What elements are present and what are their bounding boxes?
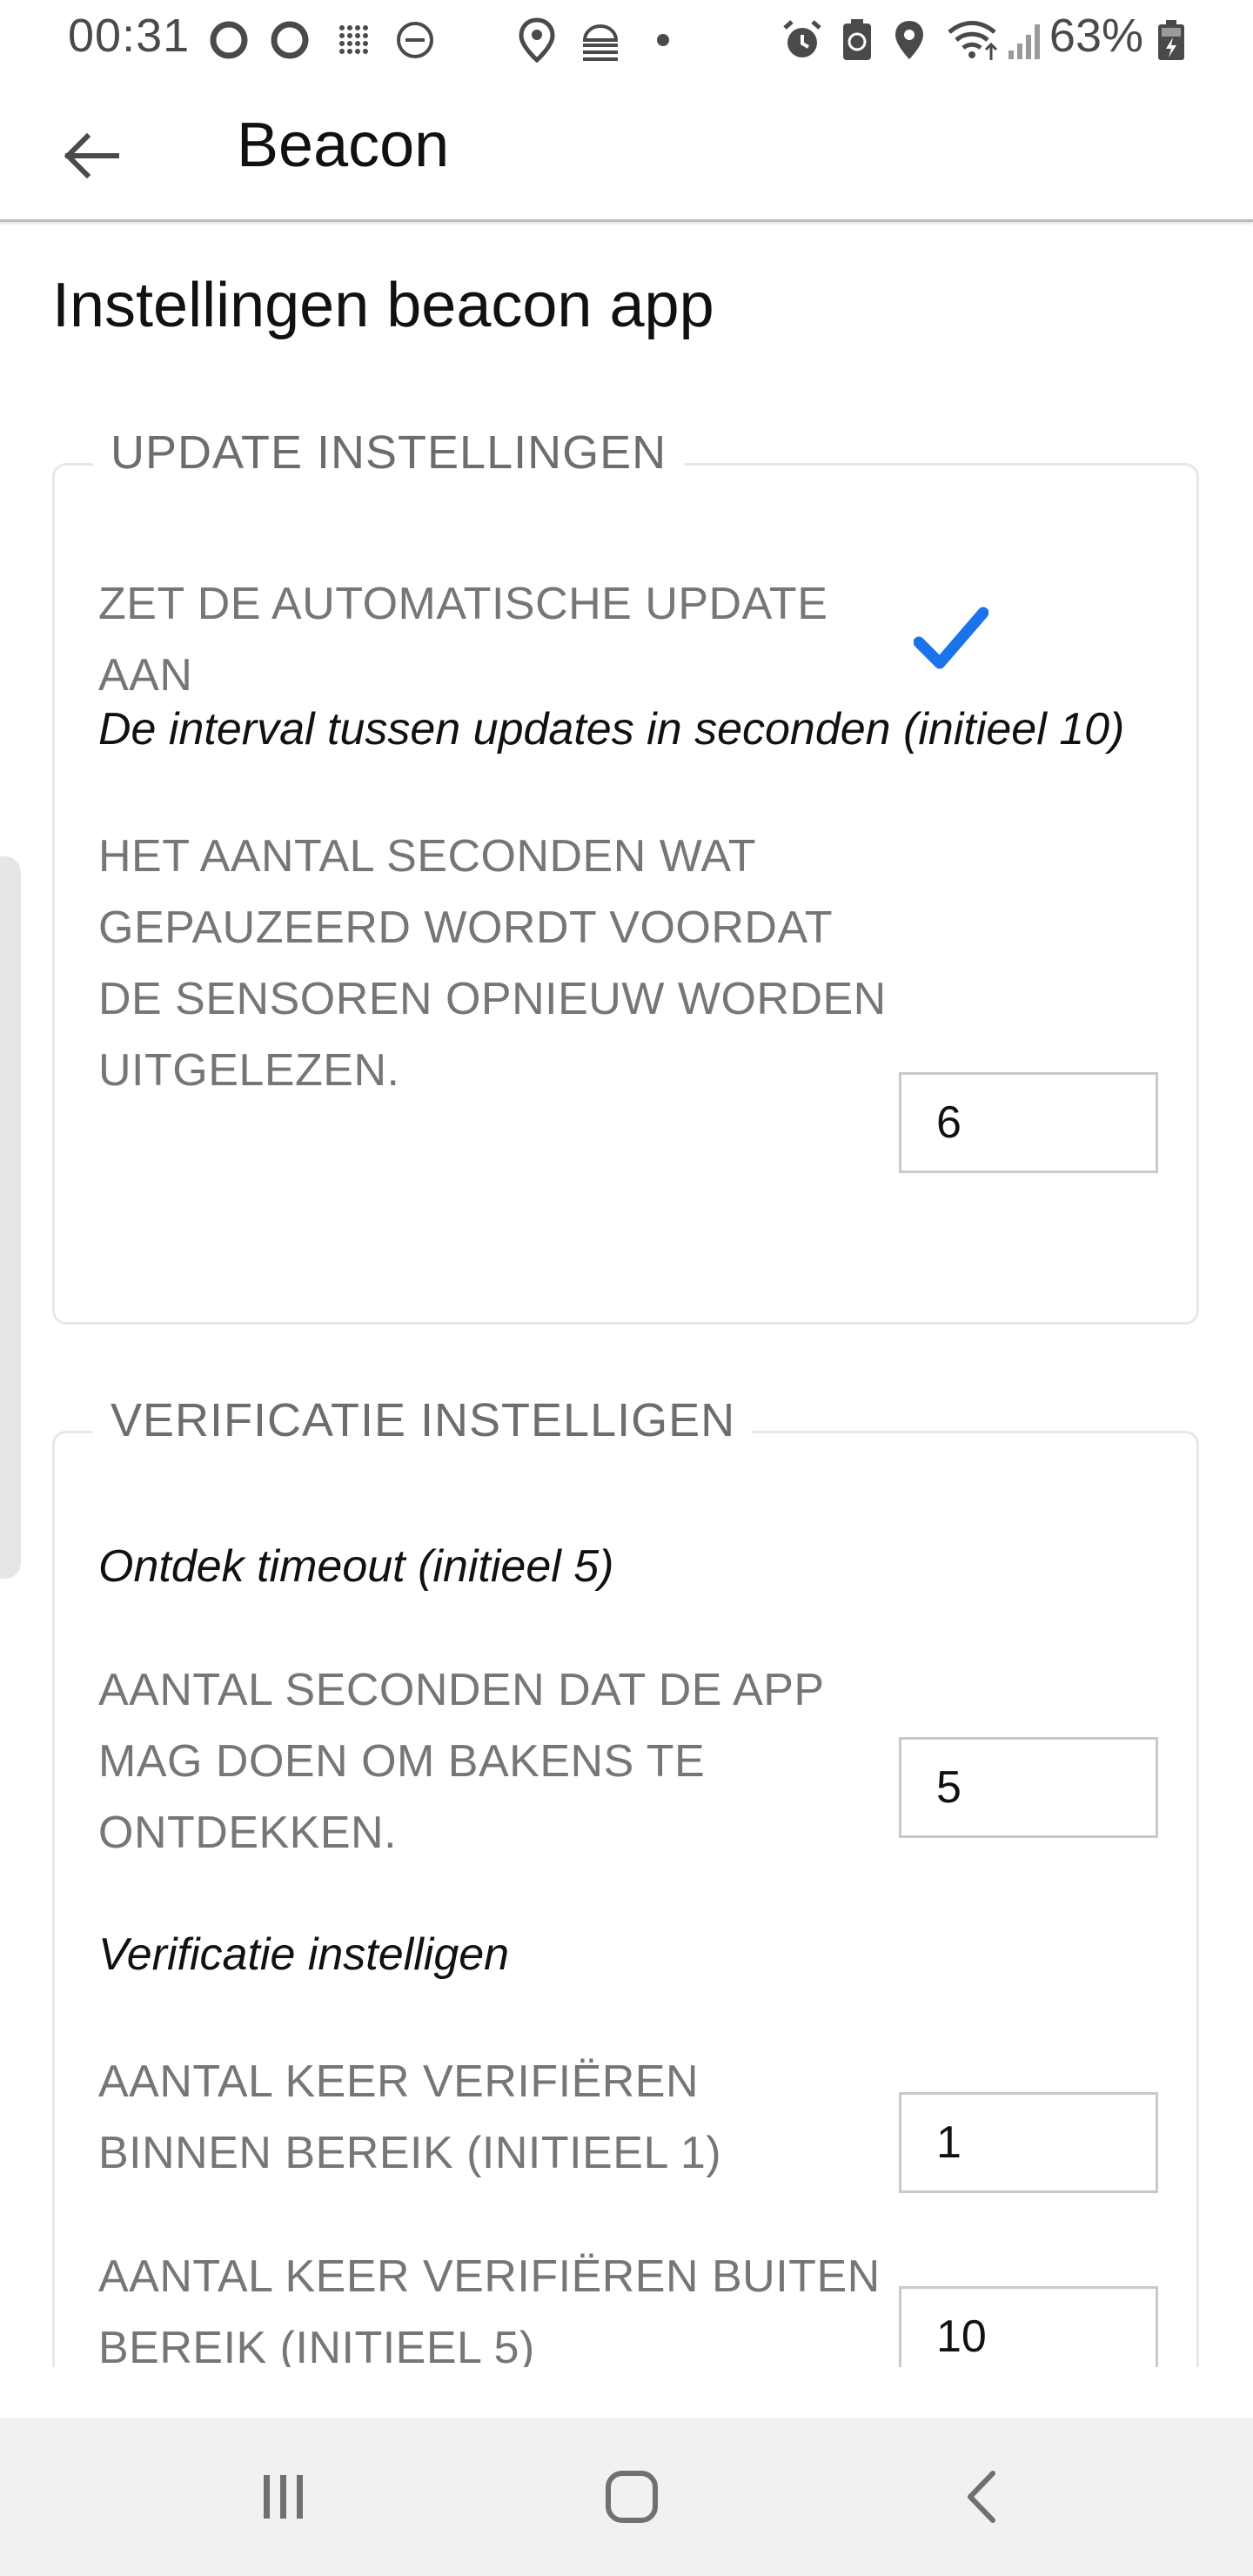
scroll-indicator[interactable] bbox=[0, 856, 21, 1579]
android-debug-icon bbox=[576, 16, 625, 64]
discover-seconds-label: AANTAL SECONDEN DAT DE APP MAG DOEN OM B… bbox=[98, 1665, 824, 1858]
status-time: 00:31 bbox=[68, 10, 191, 62]
auto-update-checkbox[interactable] bbox=[890, 591, 1012, 687]
arrow-left-icon bbox=[64, 132, 119, 179]
app-bar: Beacon bbox=[0, 80, 1253, 222]
interval-title: De interval tussen updates in seconden (… bbox=[98, 704, 1125, 755]
circle-notification-icon bbox=[205, 16, 252, 64]
pause-seconds-input[interactable] bbox=[899, 1072, 1158, 1173]
auto-update-label: ZET DE AUTOMATISCHE UPDATE AAN bbox=[98, 579, 828, 701]
status-bar: 00:31 63% bbox=[0, 0, 1253, 80]
home-icon bbox=[606, 2471, 658, 2523]
update-settings-group: UPDATE INSTELLINGEN ZET DE AUTOMATISCHE … bbox=[52, 413, 1199, 1325]
update-settings-legend: UPDATE INSTELLINGEN bbox=[93, 413, 685, 492]
battery-charging-icon bbox=[1154, 16, 1189, 64]
location-pin-icon bbox=[513, 16, 560, 64]
out-range-verify-label: AANTAL KEER VERIFIËREN BUITEN BEREIK (IN… bbox=[98, 2251, 881, 2367]
battery-saver-icon bbox=[837, 16, 877, 64]
signal-icon bbox=[1006, 16, 1046, 64]
verification-settings-legend: VERIFICATIE INSTELLIGEN bbox=[93, 1381, 754, 1459]
in-range-verify-label: AANTAL KEER VERIFIËREN BINNEN BEREIK (IN… bbox=[98, 2056, 722, 2178]
discover-seconds-input[interactable] bbox=[899, 1737, 1158, 1838]
in-range-verify-input[interactable] bbox=[899, 2092, 1158, 2193]
wifi-icon bbox=[945, 16, 999, 64]
verification-title: Verificatie instelligen bbox=[98, 1929, 510, 1980]
recents-button[interactable] bbox=[223, 2449, 345, 2545]
dot-icon bbox=[646, 16, 680, 64]
settings-content[interactable]: Instellingen beacon app UPDATE INSTELLIN… bbox=[0, 223, 1253, 2367]
pause-seconds-label: HET AANTAL SECONDEN WAT GEPAUZEERD WORDT… bbox=[98, 831, 887, 1096]
home-button[interactable] bbox=[571, 2449, 693, 2545]
app-bar-title: Beacon bbox=[237, 111, 450, 180]
discover-timeout-title: Ontdek timeout (initieel 5) bbox=[98, 1541, 614, 1592]
verification-settings-group: VERIFICATIE INSTELLIGEN Ontdek timeout (… bbox=[52, 1381, 1199, 2367]
location-icon bbox=[889, 16, 929, 64]
back-chevron-icon bbox=[968, 2471, 995, 2523]
alarm-icon bbox=[778, 16, 827, 64]
do-not-disturb-icon bbox=[392, 16, 439, 64]
circle-notification-icon bbox=[266, 16, 313, 64]
recents-icon bbox=[264, 2475, 303, 2519]
back-button[interactable] bbox=[44, 108, 139, 204]
out-range-verify-input[interactable] bbox=[899, 2286, 1158, 2367]
navigation-bar bbox=[0, 2418, 1253, 2576]
system-back-button[interactable] bbox=[922, 2449, 1044, 2545]
checkmark-icon bbox=[914, 607, 988, 669]
screen: 00:31 63% Beacon Instellingen beacon app… bbox=[0, 0, 1253, 2576]
page-title: Instellingen beacon app bbox=[52, 271, 714, 340]
dots-grid-icon bbox=[331, 16, 378, 64]
